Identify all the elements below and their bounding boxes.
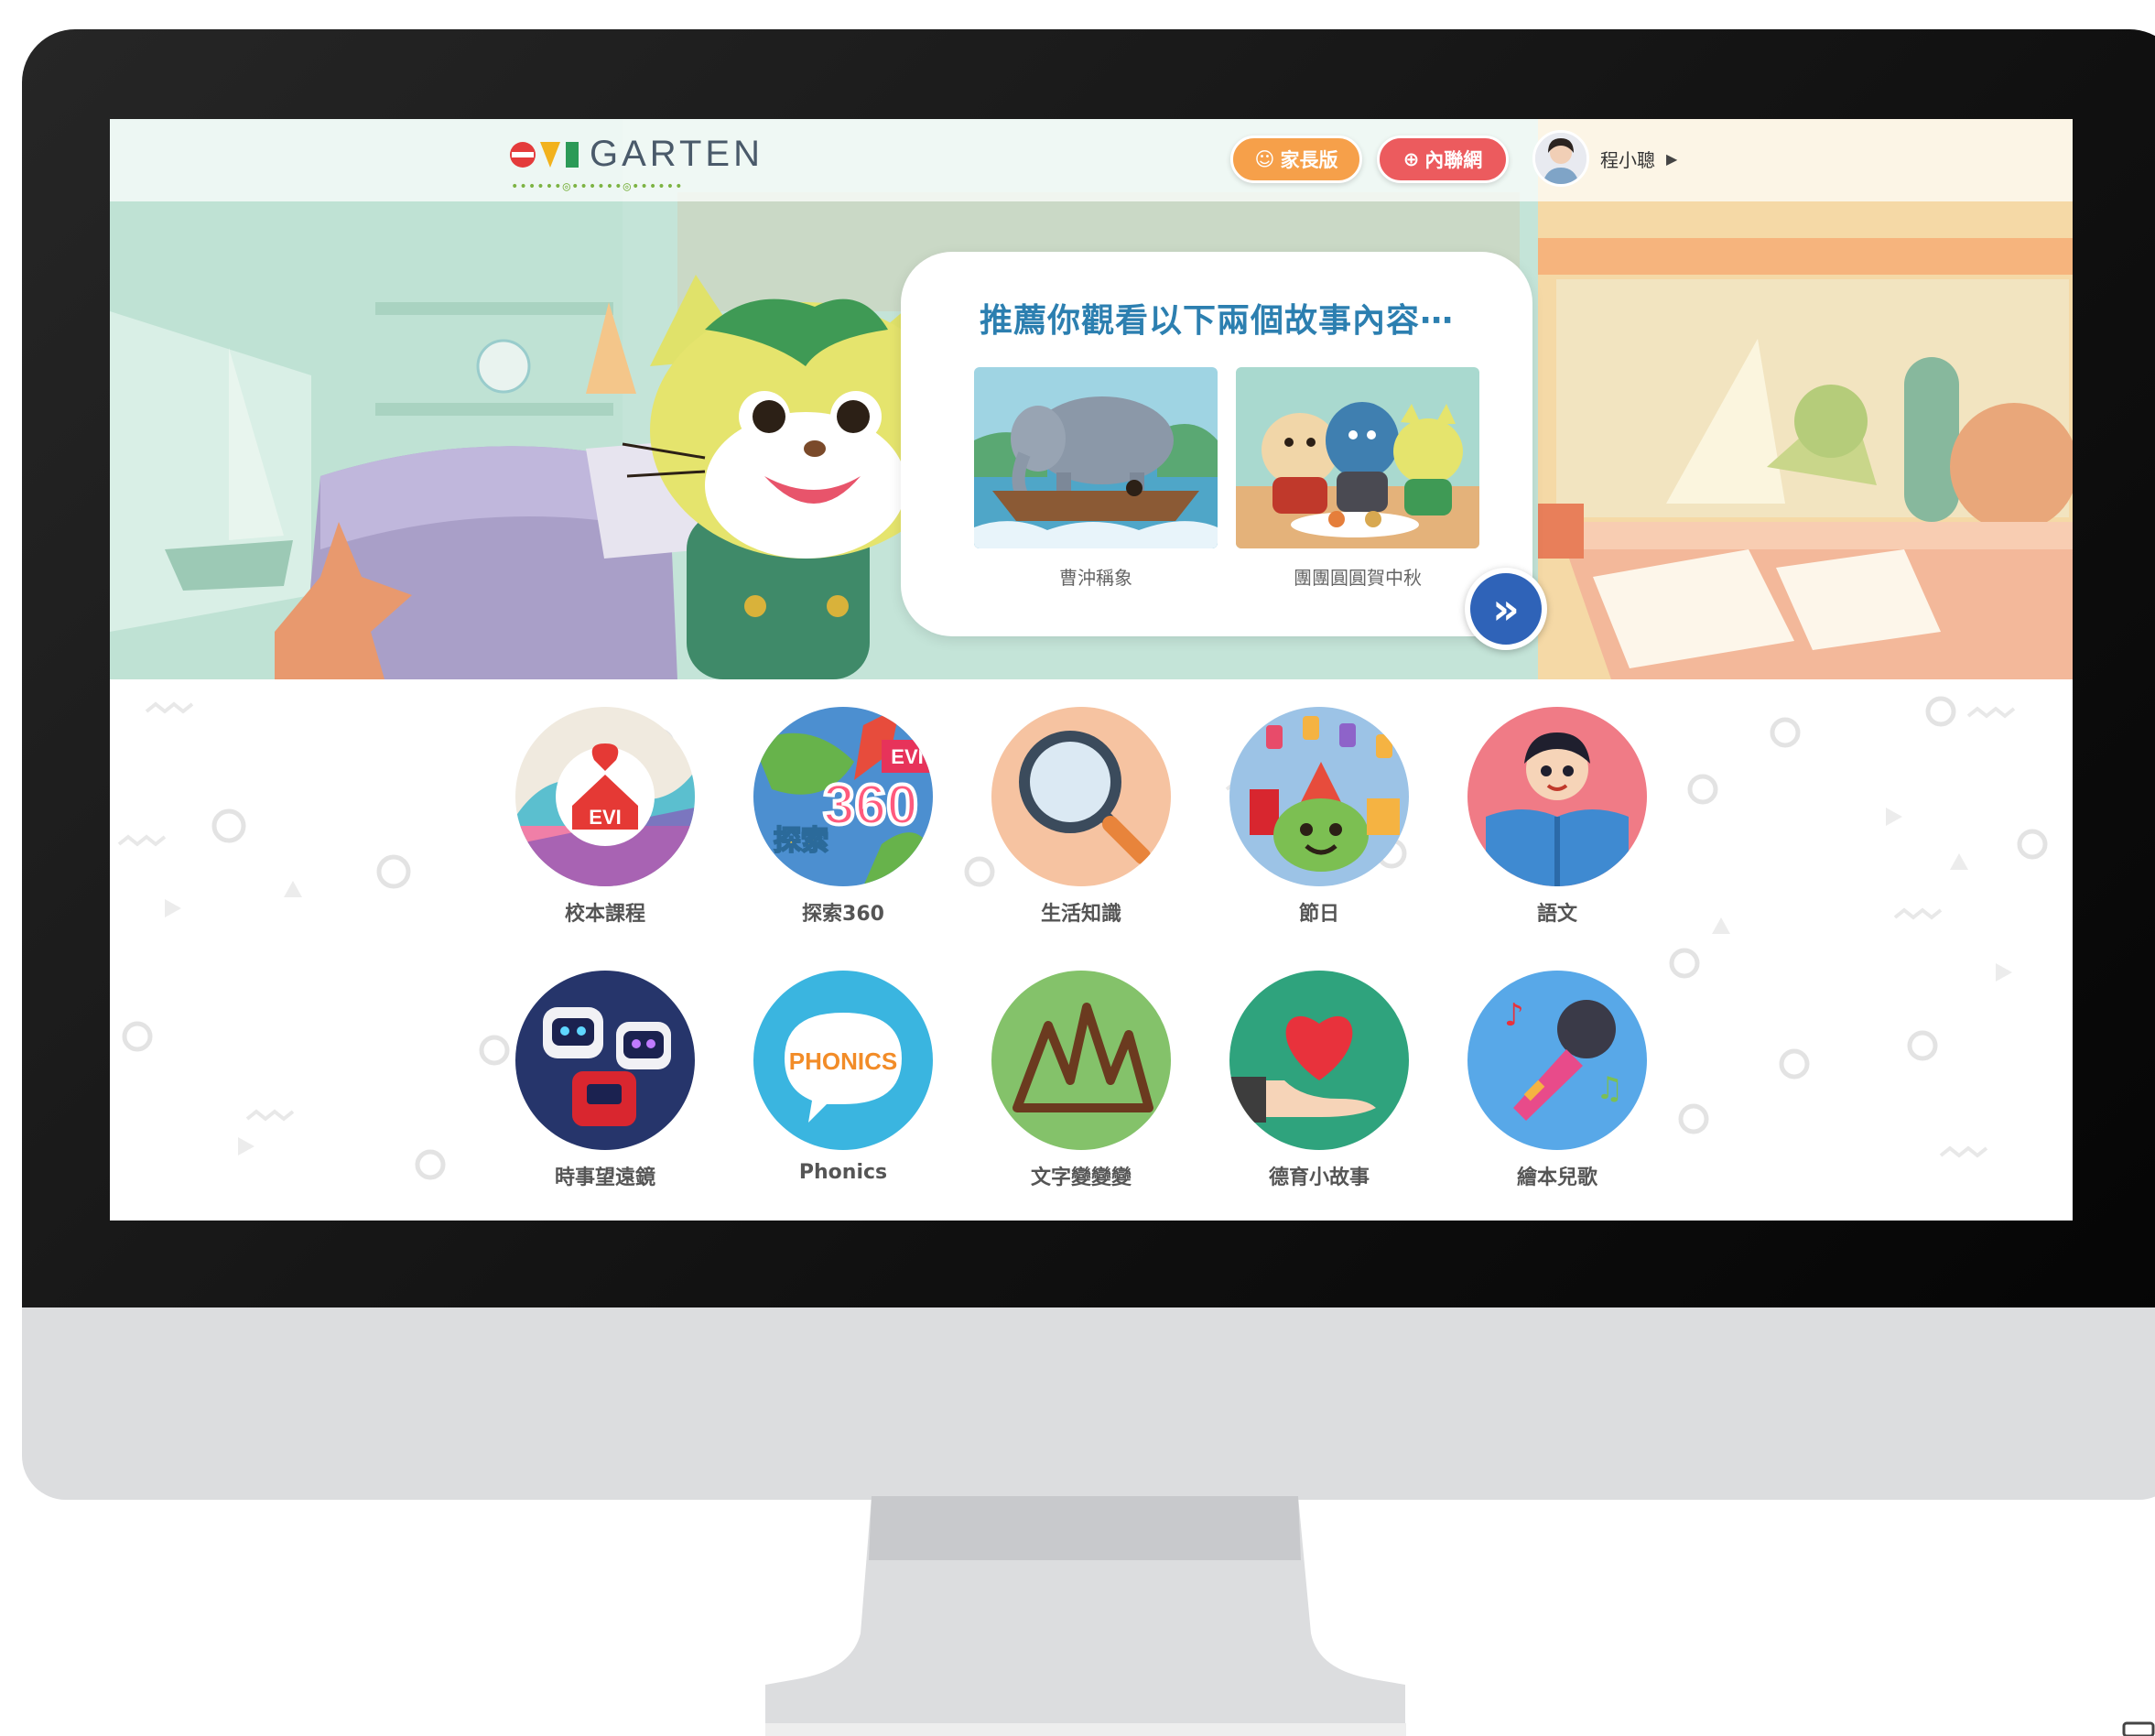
globe-icon: ⊕	[1402, 148, 1420, 170]
next-recommendation-button[interactable]: »	[1465, 568, 1547, 650]
hero-banner: 推薦你觀看以下兩個故事內容⋯ 曹沖稱象 團團圓圓賀中秋 »	[110, 119, 2073, 679]
top-bar: GARTEN ••••••◎••••••◎•••••• ☺ 家長版 ⊕ 內聯網	[110, 119, 2073, 201]
category-label: 時事望遠鏡	[554, 1166, 655, 1189]
app-screen: 推薦你觀看以下兩個故事內容⋯ 曹沖稱象 團團圓圓賀中秋 » GARTEN •••…	[110, 119, 2073, 1221]
category-label: 語文	[1536, 903, 1577, 926]
intranet-label: 內聯網	[1424, 149, 1483, 171]
magnifier-icon	[991, 707, 1171, 886]
monitor-chin	[22, 1307, 2155, 1500]
evi-badge: EVI	[891, 745, 923, 768]
story-thumbnail-elephant[interactable]	[974, 367, 1218, 548]
corner-icon	[2122, 1721, 2155, 1736]
category-festivals[interactable]: 節日	[1214, 707, 1424, 927]
category-label: Phonics	[798, 1161, 888, 1184]
category-label: 德育小故事	[1268, 1166, 1370, 1189]
logo-text: GARTEN	[590, 134, 763, 174]
recommendation-card: 推薦你觀看以下兩個故事內容⋯ 曹沖稱象 團團圓圓賀中秋	[901, 252, 1532, 636]
festival-icon	[1229, 707, 1409, 886]
phonics-icon: PHONICS	[753, 971, 933, 1150]
category-label: 繪本兒歌	[1516, 1166, 1597, 1189]
logo-evi-mark	[510, 142, 579, 168]
logo-dots: ••••••◎••••••◎••••••	[511, 179, 684, 194]
picture-songs-art: ♪ ♫	[1467, 971, 1647, 1150]
user-photo	[1535, 133, 1586, 184]
logo-mark	[509, 139, 582, 170]
school-curriculum-art: EVI	[515, 707, 695, 886]
festival-art	[1229, 707, 1409, 886]
svg-text:♪: ♪	[1504, 997, 1524, 1034]
svg-text:♫: ♫	[1596, 1070, 1623, 1107]
intranet-button[interactable]: ⊕ 內聯網	[1377, 136, 1509, 183]
evigarten-logo[interactable]: GARTEN ••••••◎••••••◎••••••	[509, 130, 774, 194]
elephant-illustration	[974, 367, 1218, 548]
life-knowledge-art	[991, 707, 1171, 886]
recommendation-title: 推薦你觀看以下兩個故事內容⋯	[979, 302, 1454, 340]
explore-360-art: EVI 360 探索	[753, 707, 933, 886]
category-language[interactable]: 語文	[1452, 707, 1662, 927]
story-caption[interactable]: 團團圓圓賀中秋	[1236, 563, 1479, 590]
heart-hand-icon	[1229, 971, 1409, 1150]
category-moral-stories[interactable]: 德育小故事	[1214, 971, 1424, 1190]
mountain-icon	[991, 971, 1171, 1150]
parent-version-label: 家長版	[1280, 149, 1338, 171]
desktop-stage: 推薦你觀看以下兩個故事內容⋯ 曹沖稱象 團團圓圓賀中秋 » GARTEN •••…	[0, 0, 2155, 1736]
category-grid: EVI 校本課程 EVI 360 探索 探索360 生活知識 節日 語文 時事望…	[110, 679, 2073, 1221]
explore-360-icon: EVI 360 探索	[753, 707, 933, 886]
language-art	[1467, 707, 1647, 886]
explore-360-text: 探索	[774, 825, 828, 857]
phonics-badge-text: PHONICS	[789, 1047, 897, 1075]
phonics-art: PHONICS	[753, 971, 933, 1150]
category-life-knowledge[interactable]: 生活知識	[976, 707, 1186, 927]
category-label: 探索360	[802, 903, 884, 926]
robots-icon	[515, 971, 695, 1150]
word-change-art	[991, 971, 1171, 1150]
evi-badge: EVI	[589, 806, 621, 829]
category-explore-360[interactable]: EVI 360 探索 探索360	[738, 707, 948, 927]
moral-stories-art	[1229, 971, 1409, 1150]
monitor-stand	[765, 1496, 1406, 1736]
story-caption[interactable]: 曹沖稱象	[974, 563, 1218, 590]
family-icon: ☺	[1254, 148, 1275, 170]
category-label: 文字變變變	[1030, 1166, 1132, 1189]
avatar	[1532, 130, 1589, 187]
category-label: 生活知識	[1040, 903, 1121, 926]
microphone-icon: ♪ ♫	[1467, 971, 1647, 1150]
category-current-affairs[interactable]: 時事望遠鏡	[500, 971, 710, 1190]
category-label: 節日	[1298, 903, 1339, 926]
category-picture-songs[interactable]: ♪ ♫ 繪本兒歌	[1452, 971, 1662, 1190]
explore-360-number: 360	[823, 774, 917, 837]
user-name: 程小聰	[1600, 148, 1655, 171]
user-menu[interactable]: 程小聰 ▶	[1532, 130, 1677, 187]
school-curriculum-icon: EVI	[515, 707, 695, 886]
story-thumbnail-mid-autumn[interactable]	[1236, 367, 1479, 548]
parent-version-button[interactable]: ☺ 家長版	[1230, 136, 1362, 183]
category-label: 校本課程	[564, 903, 645, 926]
double-chevron-right-icon: »	[1492, 584, 1520, 634]
current-affairs-art	[515, 971, 695, 1150]
reading-boy-icon	[1467, 707, 1647, 886]
mid-autumn-illustration	[1236, 367, 1479, 548]
category-word-change[interactable]: 文字變變變	[976, 971, 1186, 1190]
category-phonics[interactable]: PHONICS Phonics	[738, 971, 948, 1184]
category-school-curriculum[interactable]: EVI 校本課程	[500, 707, 710, 927]
caret-right-icon: ▶	[1666, 149, 1678, 168]
